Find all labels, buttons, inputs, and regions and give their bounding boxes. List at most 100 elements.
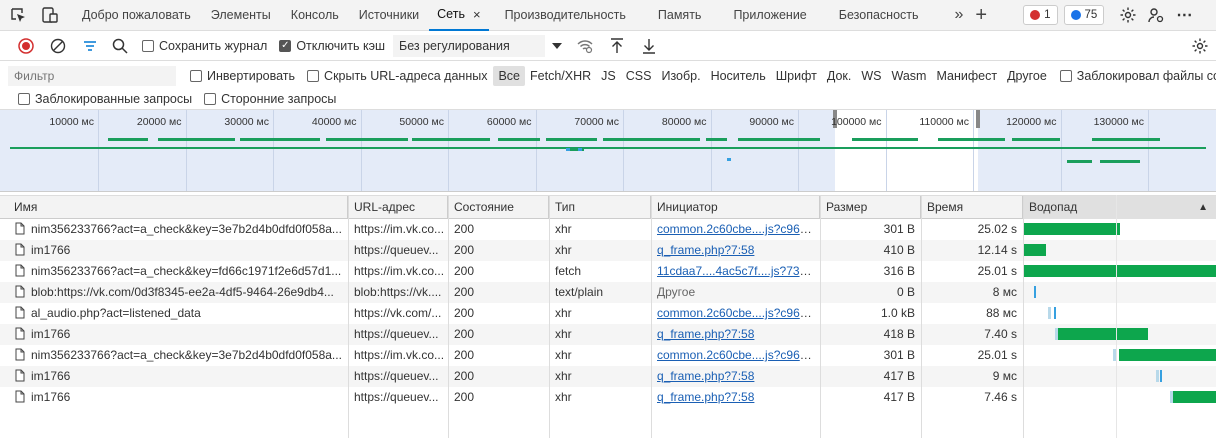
filter-type-7[interactable]: Док.	[822, 66, 857, 86]
cell-name[interactable]: nim356233766?act=a_check&key=3e7b2d4b0df…	[10, 219, 346, 240]
add-tab-button[interactable]: +	[969, 0, 993, 31]
inspect-element-icon[interactable]	[8, 5, 28, 25]
tab-8[interactable]: Безопасность	[823, 0, 935, 31]
column-size[interactable]: Размер	[820, 196, 921, 219]
tab-6[interactable]: Память	[642, 0, 718, 31]
errors-badge[interactable]: 1	[1023, 5, 1058, 25]
column-url[interactable]: URL-адрес	[348, 196, 448, 219]
table-row[interactable]: nim356233766?act=a_check&key=fd66c1971f2…	[0, 261, 1216, 282]
table-row[interactable]: im1766 https://queuev... 200 xhr q_frame.php…	[0, 240, 1216, 261]
cell-initiator[interactable]: q_frame.php?7:58	[652, 240, 818, 261]
tab-0[interactable]: Добро пожаловать	[72, 0, 201, 31]
search-icon[interactable]	[108, 34, 132, 58]
overview-activity-bar	[158, 138, 235, 141]
table-row[interactable]: im1766 https://queuev... 200 xhr q_frame.php…	[0, 366, 1216, 387]
initiator-link[interactable]: common.2c60cbe....js?c96ad...	[657, 306, 818, 320]
filter-input[interactable]	[8, 66, 176, 86]
initiator-link[interactable]: q_frame.php?7:58	[657, 390, 754, 404]
initiator-link[interactable]: common.2c60cbe....js?c96ad...	[657, 348, 818, 362]
filter-icon[interactable]	[78, 34, 102, 58]
cell-time: 7.40 s	[984, 327, 1017, 341]
tab-4[interactable]: Сеть ×	[429, 0, 489, 31]
cell-name[interactable]: nim356233766?act=a_check&key=fd66c1971f2…	[10, 261, 346, 282]
column-waterfall[interactable]: Водопад ▲	[1023, 196, 1216, 219]
cell-name[interactable]: im1766	[10, 366, 346, 387]
network-settings-gear-icon[interactable]	[1188, 34, 1212, 58]
table-row[interactable]: nim356233766?act=a_check&key=3e7b2d4b0df…	[0, 345, 1216, 366]
tab-label: Приложение	[733, 8, 807, 22]
filter-type-6[interactable]: Шрифт	[771, 66, 822, 86]
cell-name[interactable]: al_audio.php?act=listened_data	[10, 303, 346, 324]
cell-name[interactable]: blob:https://vk.com/0d3f8345-ee2a-4df5-9…	[10, 282, 346, 303]
cell-initiator[interactable]: q_frame.php?7:58	[652, 366, 818, 387]
filter-type-8[interactable]: WS	[856, 66, 886, 86]
error-icon	[1030, 10, 1041, 20]
column-name[interactable]: Имя	[8, 196, 348, 219]
table-row[interactable]: al_audio.php?act=listened_data https://vk…	[0, 303, 1216, 324]
cell-initiator[interactable]: common.2c60cbe....js?c96ad...	[652, 345, 818, 366]
blocked-cookies-checkbox[interactable]: Заблокировал файлы cookie	[1059, 69, 1216, 83]
filter-type-5[interactable]: Носитель	[706, 66, 771, 86]
cell-initiator[interactable]: common.2c60cbe....js?c96ad...	[652, 219, 818, 240]
initiator-link[interactable]: common.2c60cbe....js?c96ad...	[657, 222, 818, 236]
table-row[interactable]: im1766 https://queuev... 200 xhr q_frame.php…	[0, 387, 1216, 408]
blocked-cookies-label: Заблокировал файлы cookie	[1076, 69, 1216, 83]
chevron-down-icon[interactable]	[545, 34, 569, 58]
close-icon[interactable]: ×	[473, 7, 481, 22]
tab-7[interactable]: Приложение	[717, 0, 822, 31]
cell-initiator[interactable]: 11cdaa7....4ac5c7f....js?73d3f...	[652, 261, 818, 282]
table-row[interactable]: blob:https://vk.com/0d3f8345-ee2a-4df5-9…	[0, 282, 1216, 303]
record-icon[interactable]	[14, 34, 38, 58]
filter-type-1[interactable]: Fetch/XHR	[525, 66, 596, 86]
more-tabs-button[interactable]: »	[949, 0, 970, 31]
column-time[interactable]: Время	[921, 196, 1023, 219]
preserve-log-checkbox[interactable]: Сохранить журнал	[142, 39, 267, 53]
filter-type-10[interactable]: Манифест	[931, 66, 1002, 86]
messages-badge[interactable]: 75	[1063, 5, 1105, 25]
tab-2[interactable]: Консоль	[281, 0, 349, 31]
disable-cache-checkbox[interactable]: ✓ Отключить кэш	[279, 39, 385, 53]
initiator-link[interactable]: q_frame.php?7:58	[657, 243, 754, 257]
network-overview[interactable]: 10000 мс 20000 мс 30000 мс 40000 мс 50000 мс…	[0, 110, 1216, 192]
initiator-link[interactable]: q_frame.php?7:58	[657, 369, 754, 383]
cell-initiator[interactable]: q_frame.php?7:58	[652, 324, 818, 345]
export-har-icon[interactable]	[637, 34, 661, 58]
more-options-icon[interactable]: ⋯	[1174, 5, 1194, 25]
invert-checkbox[interactable]: Инвертировать	[190, 69, 295, 83]
column-status[interactable]: Состояние	[448, 196, 549, 219]
device-emulation-icon[interactable]	[40, 5, 60, 25]
tab-1[interactable]: Элементы	[201, 0, 281, 31]
cell-name[interactable]: nim356233766?act=a_check&key=3e7b2d4b0df…	[10, 345, 346, 366]
filter-type-9[interactable]: Wasm	[887, 66, 932, 86]
initiator-link[interactable]: q_frame.php?7:58	[657, 327, 754, 341]
filter-type-3[interactable]: CSS	[621, 66, 657, 86]
filter-type-11[interactable]: Другое	[1002, 66, 1052, 86]
filter-type-0[interactable]: Все	[493, 66, 526, 86]
import-har-icon[interactable]	[605, 34, 629, 58]
checkbox-icon	[18, 93, 30, 105]
network-conditions-icon[interactable]	[573, 34, 597, 58]
column-initiator[interactable]: Инициатор	[651, 196, 820, 219]
table-row[interactable]: im1766 https://queuev... 200 xhr q_frame.php…	[0, 324, 1216, 345]
blocked-requests-checkbox[interactable]: Заблокированные запросы	[18, 92, 192, 106]
gear-icon[interactable]	[1118, 5, 1138, 25]
tab-3[interactable]: Источники	[349, 0, 429, 31]
cell-initiator[interactable]: q_frame.php?7:58	[652, 387, 818, 408]
request-name: nim356233766?act=a_check&key=3e7b2d4b0df…	[31, 222, 342, 236]
initiator-link[interactable]: 11cdaa7....4ac5c7f....js?73d3f...	[657, 264, 818, 278]
throttling-select[interactable]: Без регулирования	[392, 34, 545, 57]
tab-5[interactable]: Производительность	[489, 0, 642, 31]
cell-name[interactable]: im1766	[10, 387, 346, 408]
overview-request-marker	[727, 158, 731, 161]
cell-name[interactable]: im1766	[10, 324, 346, 345]
third-party-checkbox[interactable]: Сторонние запросы	[204, 92, 336, 106]
filter-type-4[interactable]: Изобр.	[656, 66, 705, 86]
hide-data-urls-checkbox[interactable]: Скрыть URL-адреса данных	[307, 69, 487, 83]
clear-icon[interactable]	[46, 34, 70, 58]
filter-type-2[interactable]: JS	[596, 66, 621, 86]
cell-name[interactable]: im1766	[10, 240, 346, 261]
table-row[interactable]: nim356233766?act=a_check&key=3e7b2d4b0df…	[0, 219, 1216, 240]
cell-initiator[interactable]: common.2c60cbe....js?c96ad...	[652, 303, 818, 324]
user-profile-icon[interactable]	[1146, 5, 1166, 25]
column-type[interactable]: Тип	[549, 196, 651, 219]
